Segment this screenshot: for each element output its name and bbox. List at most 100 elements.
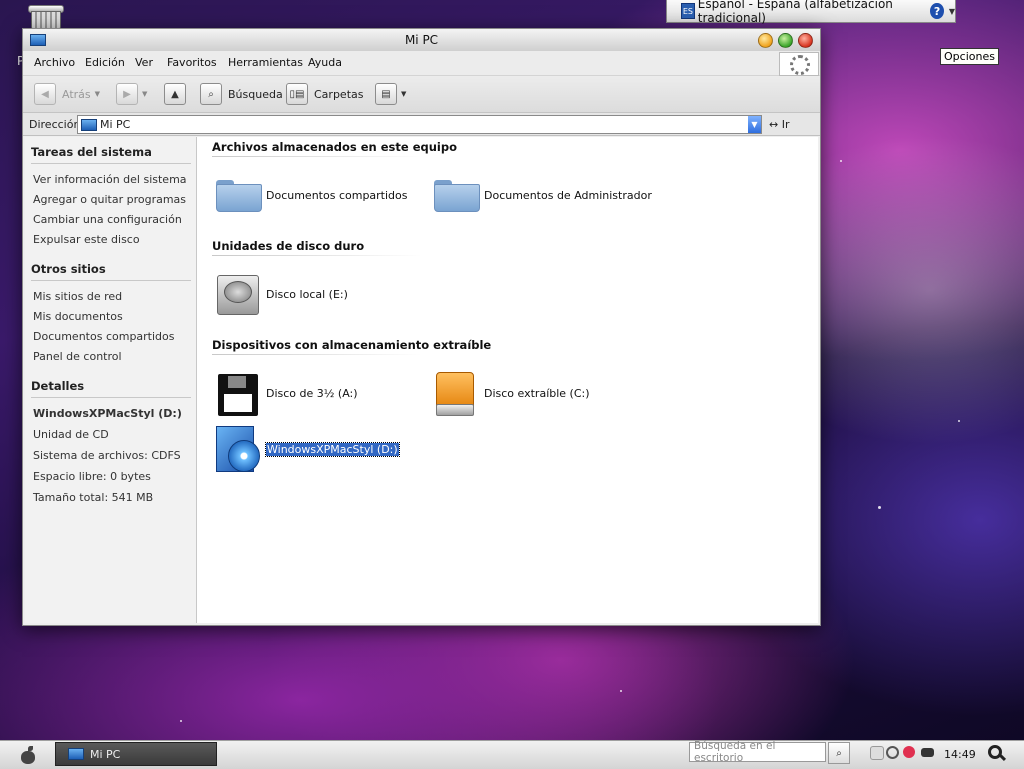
recycle-bin-icon[interactable] [26,3,64,31]
item-label: Documentos de Administrador [484,188,652,202]
control-panel-link[interactable]: Panel de control [33,350,122,363]
divider [212,354,422,355]
clock[interactable]: 14:49 [944,748,976,761]
divider [31,280,191,281]
local-disk-item[interactable]: Disco local (E:) [214,271,348,317]
item-label: Documentos compartidos [266,188,408,202]
add-remove-programs-link[interactable]: Agregar o quitar programas [33,193,186,206]
details-line: Espacio libre: 0 bytes [33,470,151,483]
cd-drive-icon [214,426,260,472]
item-label: Disco de 3½ (A:) [266,386,358,400]
divider [31,163,191,164]
view-system-info-link[interactable]: Ver información del sistema [33,173,187,186]
up-folder-button[interactable]: ▲ [164,83,186,105]
close-button[interactable] [798,33,813,48]
go-label: Ir [781,118,790,131]
forward-arrow-icon: ▶ [116,83,138,105]
item-label: Disco extraíble (C:) [484,386,590,400]
wallpaper-star [878,506,881,509]
menu-herramientas[interactable]: Herramientas [228,56,303,69]
details-line: Sistema de archivos: CDFS [33,449,181,462]
floppy-icon [214,370,260,416]
tray-app-icon[interactable] [870,746,884,760]
divider [212,156,422,157]
language-bar[interactable]: ES Español - España (alfabetización trad… [666,0,956,25]
explorer-window: Mi PC Archivo Edición Ver Favoritos Herr… [22,28,821,626]
network-places-link[interactable]: Mis sitios de red [33,290,122,303]
views-button[interactable]: ▤ ▼ [375,83,406,105]
details-name: WindowsXPMacStyl (D:) [33,407,182,420]
maximize-button[interactable] [778,33,793,48]
address-dropdown-icon[interactable]: ▼ [748,116,761,133]
folder-icon [432,172,480,218]
taskbar-window-button[interactable]: Mi PC [55,742,217,766]
search-icon: ⌕ [200,83,222,105]
address-field[interactable]: Mi PC ▼ [77,115,762,134]
window-title: Mi PC [404,33,439,47]
my-documents-link[interactable]: Mis documentos [33,310,123,323]
desktop-search-input[interactable]: Búsqueda en el escritorio [689,740,826,764]
back-history-arrow-icon[interactable]: ▼ [95,90,100,98]
other-places-heading[interactable]: Otros sitios [31,262,106,276]
loading-spinner-icon [779,52,819,76]
cd-drive-item[interactable]: WindowsXPMacStyl (D:) [214,426,400,472]
toolbar: ◀ Atrás ▼ ▶ ▼ ▲ ⌕ Búsqueda ▯▤ Carpetas ▤… [23,76,820,113]
menu-archivo[interactable]: Archivo [34,56,75,69]
wallpaper-star [840,160,842,162]
eject-disc-link[interactable]: Expulsar este disco [33,233,140,246]
title-bar[interactable]: Mi PC [23,29,820,52]
folder-icon [214,172,262,218]
menu-favoritos[interactable]: Favoritos [167,56,217,69]
apple-menu-icon[interactable] [20,746,36,764]
folders-button[interactable]: ▯▤ Carpetas [286,83,363,105]
spotlight-search-handle [998,753,1007,762]
removable-drive-item[interactable]: Disco extraíble (C:) [432,370,590,416]
taskbar-window-label: Mi PC [90,747,121,761]
group-heading: Unidades de disco duro [212,239,365,253]
floppy-drive-item[interactable]: Disco de 3½ (A:) [214,370,358,416]
language-options-arrow-icon[interactable]: ▼ [949,7,955,16]
desktop-search-icon[interactable]: ⌕ [828,742,850,764]
wallpaper-star [620,690,622,692]
language-name[interactable]: Español - España (alfabetización tradici… [698,0,923,25]
go-button[interactable]: ↔ Ir [769,118,790,131]
details-line: Tamaño total: 541 MB [33,491,154,504]
task-pane: Tareas del sistema Ver información del s… [25,137,197,623]
folders-pane-icon: ▯▤ [286,83,308,105]
folders-label: Carpetas [314,87,364,101]
wallpaper-star [180,720,182,722]
forward-button[interactable]: ▶ ▼ [116,83,147,105]
shared-documents-item[interactable]: Documentos compartidos [214,172,408,218]
divider [31,397,191,398]
taskbar: Mi PC Búsqueda en el escritorio ⌕ 14:49 [0,740,1024,769]
back-button[interactable]: ◀ Atrás ▼ [34,83,100,105]
help-icon[interactable]: ? [930,3,944,19]
views-arrow-icon[interactable]: ▼ [401,90,406,98]
change-setting-link[interactable]: Cambiar una configuración [33,213,182,226]
computer-icon [68,748,84,760]
back-arrow-icon: ◀ [34,83,56,105]
group-heading: Dispositivos con almacenamiento extraíbl… [212,338,492,352]
menu-ver[interactable]: Ver [135,56,153,69]
details-heading[interactable]: Detalles [31,379,84,393]
shared-documents-link[interactable]: Documentos compartidos [33,330,175,343]
menu-ayuda[interactable]: Ayuda [308,56,342,69]
tray-search-icon[interactable] [886,746,899,759]
up-arrow-icon: ▲ [164,83,186,105]
admin-documents-item[interactable]: Documentos de Administrador [432,172,652,218]
menu-edicion[interactable]: Edición [85,56,125,69]
wallpaper-star [958,420,960,422]
menu-bar: Archivo Edición Ver Favoritos Herramient… [23,51,820,76]
tray-status-icon[interactable] [903,746,915,758]
forward-history-arrow-icon[interactable]: ▼ [142,90,147,98]
divider [212,255,422,256]
system-tasks-heading[interactable]: Tareas del sistema [31,145,152,159]
back-label: Atrás [62,87,91,101]
address-label: Dirección [29,118,81,131]
search-button[interactable]: ⌕ Búsqueda [200,83,283,105]
address-value[interactable]: Mi PC [100,118,130,131]
views-icon: ▤ [375,83,397,105]
minimize-button[interactable] [758,33,773,48]
language-code[interactable]: ES [681,3,695,19]
battery-icon[interactable] [921,748,934,757]
